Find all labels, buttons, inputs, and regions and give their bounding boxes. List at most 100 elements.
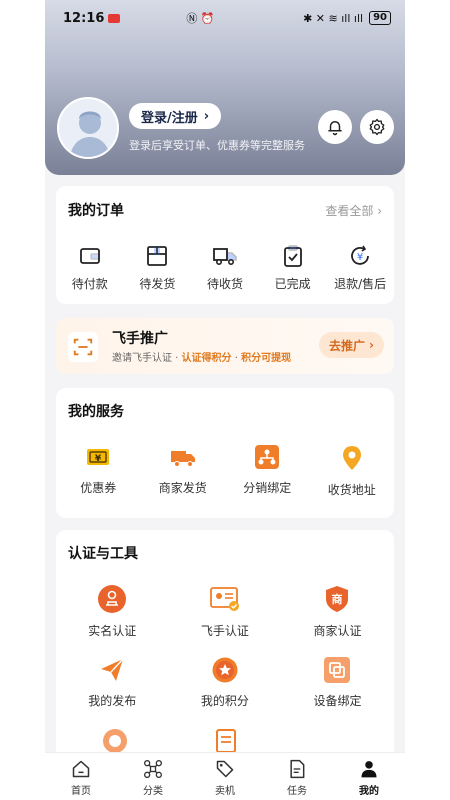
tool-label: 飞手认证 <box>200 624 249 638</box>
tool-my-posts[interactable]: 我的发布 <box>56 656 169 709</box>
refund-icon: ¥ <box>351 245 370 265</box>
svg-text:商: 商 <box>332 592 343 606</box>
service-label: 收货地址 <box>327 483 376 497</box>
tab-sell[interactable]: 卖机 <box>189 753 261 800</box>
coupon-icon: ¥ <box>87 449 110 465</box>
tool-label: 我的发布 <box>88 694 137 708</box>
order-pending-payment[interactable]: 待付款 <box>56 244 124 292</box>
service-label: 优惠券 <box>80 481 117 495</box>
app-screen: 12:16 Ⓝ ⏰ ✱ ✕ ≋ ıll ıll 90 登录/注册 › 登录后享受… <box>45 0 405 800</box>
clipboard-check-icon <box>283 245 302 267</box>
signal-icons: ✱ ✕ ≋ ıll ıll <box>303 11 364 25</box>
tab-label: 分类 <box>143 786 163 797</box>
tools-grid-row-2: 我的发布 我的积分 设备绑定 <box>56 656 394 709</box>
promo-subtitle: 邀请飞手认证 · 认证得积分 · 积分可提现 <box>112 349 291 364</box>
tools-title: 认证与工具 <box>68 546 138 562</box>
tool-device-binding[interactable]: 设备绑定 <box>281 656 394 709</box>
battery-indicator: 90 <box>369 11 391 25</box>
package-icon <box>147 246 168 266</box>
order-completed[interactable]: 已完成 <box>259 244 327 292</box>
tag-icon <box>216 760 234 778</box>
promote-button[interactable]: 去推广 › <box>319 332 384 358</box>
distribution-icon <box>255 445 280 469</box>
drone-icon <box>144 760 162 778</box>
order-item-label: 退款/售后 <box>334 277 387 291</box>
tool-label: 商家认证 <box>313 624 362 638</box>
order-pending-receipt[interactable]: 待收货 <box>191 244 259 292</box>
tool-merchant-auth[interactable]: 商 商家认证 <box>281 584 394 639</box>
id-card-icon <box>209 587 239 611</box>
order-item-label: 待发货 <box>139 277 176 291</box>
service-label: 商家发货 <box>158 481 207 495</box>
wallet-icon <box>79 248 100 264</box>
location-pin-icon <box>342 446 361 470</box>
tab-label: 我的 <box>359 786 379 797</box>
tools-card: 认证与工具 实名认证 飞手认证 商 商家认证 我的发布 我的积分 设备绑定 <box>56 530 394 760</box>
services-grid: ¥ 优惠券 商家发货 分销绑定 收货地址 <box>56 444 394 498</box>
promo-sub-highlight-2: 积分可提现 <box>241 353 292 364</box>
order-pending-shipment[interactable]: 待发货 <box>124 244 192 292</box>
order-item-label: 待收货 <box>206 277 243 291</box>
tool-my-points[interactable]: 我的积分 <box>169 656 282 709</box>
tools-grid-row-1: 实名认证 飞手认证 商 商家认证 <box>56 584 394 639</box>
tool-real-name-auth[interactable]: 实名认证 <box>56 584 169 639</box>
orders-card: 我的订单 查看全部 › 待付款 待发货 待收货 已完成 ¥ 退款/售后 <box>56 186 394 304</box>
notification-badge-icon <box>108 13 121 23</box>
status-time: 12:16 <box>63 10 105 26</box>
user-icon <box>361 761 377 778</box>
service-distribution-binding[interactable]: 分销绑定 <box>225 444 310 498</box>
shop-badge-icon: 商 <box>326 586 349 612</box>
nfc-icon: Ⓝ ⏰ <box>186 12 215 25</box>
tool-pilot-auth[interactable]: 飞手认证 <box>169 584 282 639</box>
promo-title: 飞手推广 <box>112 331 168 347</box>
order-item-label: 已完成 <box>274 277 311 291</box>
star-points-icon <box>212 657 238 683</box>
bottom-tab-bar: 首页 分类 卖机 任务 我的 <box>45 752 405 800</box>
bell-icon <box>328 121 342 136</box>
settings-button[interactable] <box>360 110 394 144</box>
tab-home[interactable]: 首页 <box>45 753 117 800</box>
paper-plane-icon <box>101 658 124 681</box>
login-register-button[interactable]: 登录/注册 › <box>129 103 222 129</box>
tab-label: 首页 <box>71 786 91 797</box>
tab-tasks[interactable]: 任务 <box>261 753 333 800</box>
avatar[interactable] <box>57 97 119 159</box>
promo-sub-highlight-1: 认证得积分 <box>181 353 232 364</box>
truck-icon <box>213 248 237 266</box>
orders-title: 我的订单 <box>68 203 124 219</box>
tab-mine[interactable]: 我的 <box>333 753 405 800</box>
tool-label: 我的积分 <box>200 694 249 708</box>
promote-button-label: 去推广 <box>329 338 366 353</box>
service-label: 分销绑定 <box>243 481 292 495</box>
svg-text:¥: ¥ <box>357 252 363 263</box>
tab-label: 任务 <box>287 786 307 797</box>
order-status-grid: 待付款 待发货 待收货 已完成 ¥ 退款/售后 <box>56 244 394 292</box>
order-item-label: 待付款 <box>71 277 108 291</box>
service-merchant-shipping[interactable]: 商家发货 <box>141 444 226 498</box>
chevron-right-icon: › <box>203 108 210 124</box>
tool-label: 设备绑定 <box>313 694 362 708</box>
chevron-right-icon: › <box>377 204 382 218</box>
scan-icon <box>68 332 98 362</box>
login-subtitle: 登录后享受订单、优惠券等完整服务 <box>129 139 305 152</box>
service-coupon[interactable]: ¥ 优惠券 <box>56 444 141 498</box>
chevron-right-icon: › <box>369 338 374 352</box>
promo-banner[interactable]: 飞手推广 邀请飞手认证 · 认证得积分 · 积分可提现 去推广 › <box>56 318 394 374</box>
home-icon <box>72 760 90 778</box>
svg-text:¥: ¥ <box>95 454 102 464</box>
see-all-orders-link[interactable]: 查看全部 › <box>325 202 382 219</box>
status-right: ✱ ✕ ≋ ıll ıll 90 <box>303 11 391 25</box>
tab-label: 卖机 <box>215 786 235 797</box>
tab-category[interactable]: 分类 <box>117 753 189 800</box>
order-refund-aftersale[interactable]: ¥ 退款/售后 <box>326 244 394 292</box>
device-bind-icon <box>324 657 351 683</box>
login-label: 登录/注册 <box>141 110 198 126</box>
services-card: 我的服务 ¥ 优惠券 商家发货 分销绑定 收货地址 <box>56 388 394 518</box>
tool-label: 实名认证 <box>88 624 137 638</box>
service-shipping-address[interactable]: 收货地址 <box>310 444 395 498</box>
gear-icon <box>369 118 385 136</box>
delivery-truck-icon <box>170 451 195 467</box>
services-title: 我的服务 <box>68 404 124 420</box>
notifications-button[interactable] <box>318 110 352 144</box>
task-doc-icon <box>290 759 305 779</box>
